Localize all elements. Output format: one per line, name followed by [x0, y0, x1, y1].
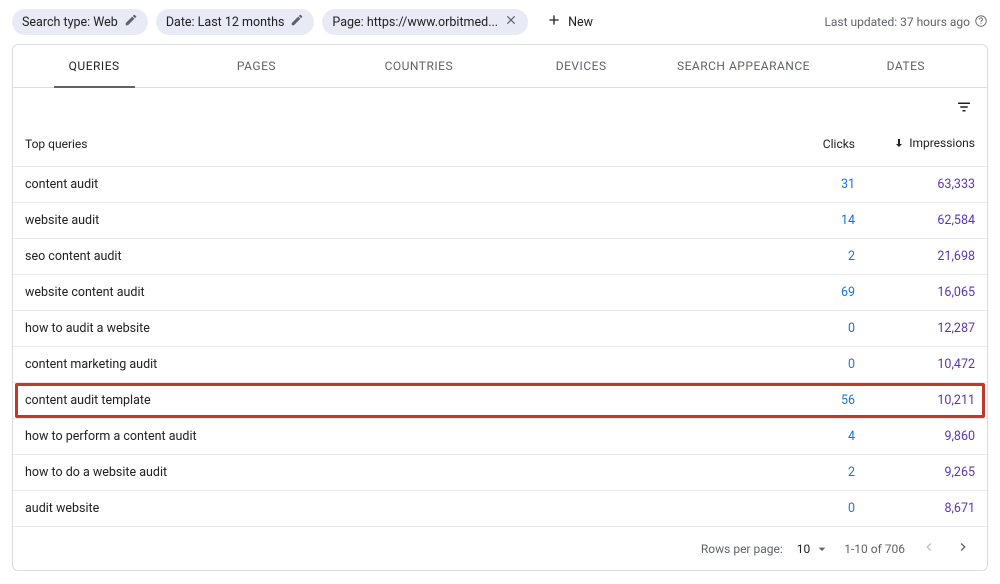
next-page-button[interactable] [953, 537, 973, 560]
table-header: Top queries Clicks Impressions [13, 122, 987, 166]
tabs: QUERIES PAGES COUNTRIES DEVICES SEARCH A… [13, 45, 987, 88]
filter-icon[interactable] [955, 98, 973, 116]
clicks-cell: 69 [765, 285, 855, 300]
chip-search-type[interactable]: Search type: Web [12, 9, 148, 35]
query-cell: seo content audit [25, 249, 765, 264]
chip-date[interactable]: Date: Last 12 months [156, 9, 315, 35]
table-row[interactable]: content audit3163,333 [13, 166, 987, 202]
impressions-cell: 62,584 [855, 213, 975, 228]
sort-desc-icon [893, 137, 905, 149]
chevron-left-icon [921, 539, 937, 555]
last-updated-text: Last updated: 37 hours ago [824, 15, 970, 29]
clicks-cell: 0 [765, 321, 855, 336]
tab-queries[interactable]: QUERIES [13, 45, 175, 87]
query-cell: content marketing audit [25, 357, 765, 372]
add-filter-button[interactable]: New [536, 8, 603, 36]
clicks-cell: 14 [765, 213, 855, 228]
impressions-cell: 63,333 [855, 177, 975, 192]
impressions-cell: 10,472 [855, 357, 975, 372]
chip-label: Date: Last 12 months [166, 15, 285, 30]
prev-page-button[interactable] [919, 537, 939, 560]
query-cell: how to audit a website [25, 321, 765, 336]
clicks-cell: 4 [765, 429, 855, 444]
filter-bar: Search type: Web Date: Last 12 months Pa… [0, 0, 1000, 44]
table-row[interactable]: how to perform a content audit49,860 [13, 418, 987, 454]
clicks-cell: 2 [765, 465, 855, 480]
impressions-cell: 12,287 [855, 321, 975, 336]
chip-label: Search type: Web [22, 15, 118, 30]
chip-label: Page: https://www.orbitmed... [332, 15, 498, 30]
query-cell: website audit [25, 213, 765, 228]
impressions-cell: 21,698 [855, 249, 975, 264]
col-header-clicks[interactable]: Clicks [765, 137, 855, 151]
pagination-footer: Rows per page: 10 1-10 of 706 [13, 526, 987, 570]
new-label: New [568, 15, 593, 30]
table-row[interactable]: how to do a website audit29,265 [13, 454, 987, 490]
tab-dates[interactable]: DATES [825, 45, 987, 87]
table-row[interactable]: audit website08,671 [13, 490, 987, 526]
clicks-cell: 2 [765, 249, 855, 264]
impressions-cell: 9,265 [855, 465, 975, 480]
last-updated: Last updated: 37 hours ago [824, 14, 988, 31]
clicks-cell: 0 [765, 357, 855, 372]
impressions-cell: 9,860 [855, 429, 975, 444]
table-row[interactable]: website content audit6916,065 [13, 274, 987, 310]
edit-icon [124, 13, 138, 31]
chevron-right-icon [955, 539, 971, 555]
table-row[interactable]: content audit template5610,211 [13, 382, 987, 418]
impressions-cell: 10,211 [855, 393, 975, 408]
close-icon[interactable] [504, 13, 518, 31]
query-cell: how to do a website audit [25, 465, 765, 480]
table-row[interactable]: seo content audit221,698 [13, 238, 987, 274]
query-cell: website content audit [25, 285, 765, 300]
query-cell: content audit [25, 177, 765, 192]
table-row[interactable]: content marketing audit010,472 [13, 346, 987, 382]
edit-icon [290, 13, 304, 31]
query-cell: audit website [25, 501, 765, 516]
table-row[interactable]: website audit1462,584 [13, 202, 987, 238]
data-card: QUERIES PAGES COUNTRIES DEVICES SEARCH A… [12, 44, 988, 571]
chevron-down-icon [814, 541, 830, 557]
clicks-cell: 0 [765, 501, 855, 516]
rows-per-page-value: 10 [797, 542, 811, 556]
col-header-impressions[interactable]: Impressions [855, 136, 975, 152]
impressions-cell: 16,065 [855, 285, 975, 300]
tab-pages[interactable]: PAGES [175, 45, 337, 87]
query-cell: content audit template [25, 393, 765, 408]
tab-search-appearance[interactable]: SEARCH APPEARANCE [662, 45, 824, 87]
impressions-cell: 8,671 [855, 501, 975, 516]
impressions-label: Impressions [909, 136, 975, 150]
col-header-queries[interactable]: Top queries [25, 137, 765, 151]
help-icon[interactable] [974, 14, 988, 31]
clicks-cell: 31 [765, 177, 855, 192]
plus-icon [546, 12, 562, 32]
rows-per-page-label: Rows per page: [701, 542, 783, 556]
rows-per-page-select[interactable]: 10 [797, 541, 831, 557]
tab-countries[interactable]: COUNTRIES [338, 45, 500, 87]
query-cell: how to perform a content audit [25, 429, 765, 444]
clicks-cell: 56 [765, 393, 855, 408]
chip-page[interactable]: Page: https://www.orbitmed... [322, 9, 528, 35]
tab-devices[interactable]: DEVICES [500, 45, 662, 87]
pagination-range: 1-10 of 706 [844, 542, 905, 556]
table-row[interactable]: how to audit a website012,287 [13, 310, 987, 346]
